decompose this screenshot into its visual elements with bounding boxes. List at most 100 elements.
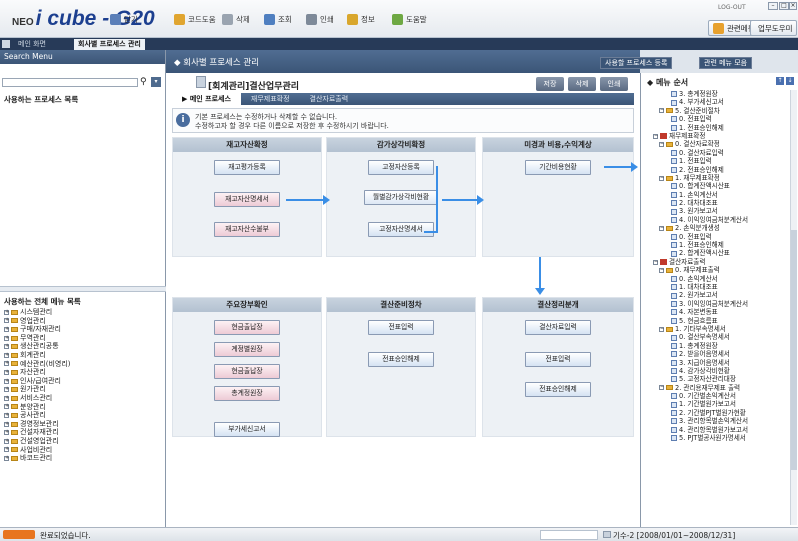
expand-icon[interactable]: + — [4, 430, 9, 436]
menu-order-item[interactable]: 2. 합계잔액시산표 — [647, 249, 787, 257]
menu-order-item[interactable]: 2. 기간별PJT별원가현황 — [647, 409, 787, 417]
menu-order-item[interactable]: 0. 손익계산서 — [647, 275, 787, 283]
expand-icon[interactable]: + — [4, 447, 9, 453]
process-button[interactable]: 계정별원장 — [214, 342, 280, 357]
menu-order-item[interactable]: − 결산자료출력 — [647, 258, 787, 266]
process-button[interactable]: 현금출납장 — [214, 320, 280, 335]
menu-order-item[interactable]: 1. 총계정원장 — [647, 342, 787, 350]
menu-item[interactable]: + 시스템관리 — [4, 308, 154, 317]
expand-icon[interactable]: + — [4, 344, 9, 350]
work-help-button[interactable]: 업무도우미 — [750, 20, 797, 36]
menu-order-item[interactable]: 0. 합계잔액시산표 — [647, 182, 787, 190]
expand-icon[interactable]: + — [4, 438, 9, 444]
menu-order-item[interactable]: 0. 결산부속명세서 — [647, 333, 787, 341]
expand-icon[interactable]: + — [4, 361, 9, 367]
process-button[interactable]: 현금출납장 — [214, 364, 280, 379]
process-button[interactable]: 부가세신고서 — [214, 422, 280, 437]
register-process-button[interactable]: 사용할 프로세스 등록 — [600, 57, 673, 69]
menu-order-item[interactable]: 1. 대차대조표 — [647, 283, 787, 291]
menu-order-item[interactable]: − 1. 재무제표확정 — [647, 174, 787, 182]
home-icon[interactable] — [2, 40, 10, 48]
menu-item[interactable]: + 예산관리(비영리) — [4, 360, 154, 369]
minimize-icon[interactable]: – — [768, 2, 778, 10]
dropdown-icon[interactable]: ▾ — [151, 77, 161, 87]
menu-item[interactable]: + 영업관리 — [4, 317, 154, 326]
collapse-icon[interactable]: − — [659, 225, 664, 231]
menu-order-item[interactable]: 3. 지급어음명세서 — [647, 359, 787, 367]
menu-order-item[interactable]: 3. 원가보고서 — [647, 207, 787, 215]
process-button[interactable]: 결산자료입력 — [525, 320, 591, 335]
menu-order-item[interactable]: − 재무제표확정 — [647, 132, 787, 140]
collapse-icon[interactable]: − — [659, 175, 664, 181]
menu-order-item[interactable]: − 0. 재무제표출력 — [647, 266, 787, 274]
toolbar-button-2[interactable]: 삭제 — [222, 12, 250, 26]
menu-order-item[interactable]: − 1. 기타부속명세서 — [647, 325, 787, 333]
process-button[interactable]: 전표승인해제 — [525, 382, 591, 397]
process-button[interactable]: 전표입력 — [368, 320, 434, 335]
menu-item[interactable]: + 공사관리 — [4, 411, 154, 420]
process-button[interactable]: 총계정원장 — [214, 386, 280, 401]
menu-order-item[interactable]: 0. 전표입력 — [647, 115, 787, 123]
logout-link[interactable]: LOG-OUT — [718, 4, 746, 11]
expand-icon[interactable]: + — [4, 412, 9, 418]
menu-order-item[interactable]: 0. 결산자료입력 — [647, 149, 787, 157]
menu-order-item[interactable]: 0. 기간별손익계산서 — [647, 392, 787, 400]
menu-order-item[interactable]: − 5. 결산준비절차 — [647, 107, 787, 115]
expand-icon[interactable]: + — [4, 404, 9, 410]
expand-icon[interactable]: + — [4, 326, 9, 332]
menu-item[interactable]: + 바코드관리 — [4, 454, 154, 463]
process-button[interactable]: 재고자산명세서 — [214, 192, 280, 207]
process-button[interactable]: 고정자산명세서 — [368, 222, 434, 237]
menu-order-item[interactable]: 4. 이익잉여금처분계산서 — [647, 216, 787, 224]
menu-order-item[interactable]: 1. 전표승인해제 — [647, 241, 787, 249]
menu-order-item[interactable]: 2. 원가보고서 — [647, 291, 787, 299]
menu-order-item[interactable]: 2. 전표승인해제 — [647, 166, 787, 174]
menu-order-item[interactable]: 3. 관리항목별손익계산서 — [647, 417, 787, 425]
process-button[interactable]: 월별감가상각비현황 — [364, 190, 438, 205]
expand-icon[interactable]: + — [4, 421, 9, 427]
process-button[interactable]: 고정자산등록 — [368, 160, 434, 175]
collapse-icon[interactable]: − — [659, 385, 664, 391]
search-icon[interactable]: ⚲ — [140, 77, 150, 87]
menu-order-item[interactable]: 2. 받을어음명세서 — [647, 350, 787, 358]
menu-order-item[interactable]: − 2. 손익분개생성 — [647, 224, 787, 232]
process-button[interactable]: 재고자산수불부 — [214, 222, 280, 237]
process-button[interactable]: 재고평가등록 — [214, 160, 280, 175]
scrollbar-thumb[interactable] — [791, 230, 797, 470]
toolbar-button-5[interactable]: 정보 — [347, 12, 375, 26]
move-down-icon[interactable]: ↓ — [786, 77, 794, 85]
menu-item[interactable]: + 건설자재관리 — [4, 428, 154, 437]
process-button[interactable]: 전표승인해제 — [368, 352, 434, 367]
expand-icon[interactable]: + — [4, 378, 9, 384]
expand-icon[interactable]: + — [4, 352, 9, 358]
menu-item[interactable]: + 서비스관리 — [4, 394, 154, 403]
menu-order-item[interactable]: 4. 감가상각비현황 — [647, 367, 787, 375]
menu-item[interactable]: + 원가관리 — [4, 385, 154, 394]
expand-icon[interactable]: + — [4, 335, 9, 341]
tab-company-process[interactable]: 회사별 프로세스 관리 — [74, 39, 145, 50]
menu-order-item[interactable]: 4. 부가세신고서 — [647, 98, 787, 106]
menu-order-item[interactable]: − 0. 결산자료확정 — [647, 140, 787, 148]
collapse-icon[interactable]: − — [659, 142, 664, 148]
menu-order-item[interactable]: 1. 기간별원가보고서 — [647, 400, 787, 408]
collapse-icon[interactable]: − — [659, 108, 664, 114]
collapse-icon[interactable]: − — [659, 267, 664, 273]
menu-item[interactable]: + 분양관리 — [4, 403, 154, 412]
menu-order-item[interactable]: 5. PJT별공사원가명세서 — [647, 434, 787, 442]
process-button[interactable]: 기간비용현황 — [525, 160, 591, 175]
menu-order-item[interactable]: 2. 대차대조표 — [647, 199, 787, 207]
menu-order-item[interactable]: − 2. 관리용재무제표 출력 — [647, 384, 787, 392]
menu-order-item[interactable]: 5. 고정자산관리대장 — [647, 375, 787, 383]
expand-icon[interactable]: + — [4, 395, 9, 401]
collapse-icon[interactable]: − — [653, 133, 658, 139]
menu-order-item[interactable]: 0. 전표입력 — [647, 233, 787, 241]
maximize-icon[interactable]: □ — [779, 2, 789, 10]
menu-order-item[interactable]: 3. 이익잉여금처분계산서 — [647, 300, 787, 308]
toolbar-button-6[interactable]: 도움말 — [392, 12, 427, 26]
menu-order-item[interactable]: 1. 손익계산서 — [647, 191, 787, 199]
collapse-icon[interactable]: − — [653, 259, 658, 265]
menu-order-item[interactable]: 1. 전표입력 — [647, 157, 787, 165]
close-window-icon[interactable]: × — [789, 2, 797, 10]
menu-item[interactable]: + 자산관리 — [4, 368, 154, 377]
expand-icon[interactable]: + — [4, 309, 9, 315]
